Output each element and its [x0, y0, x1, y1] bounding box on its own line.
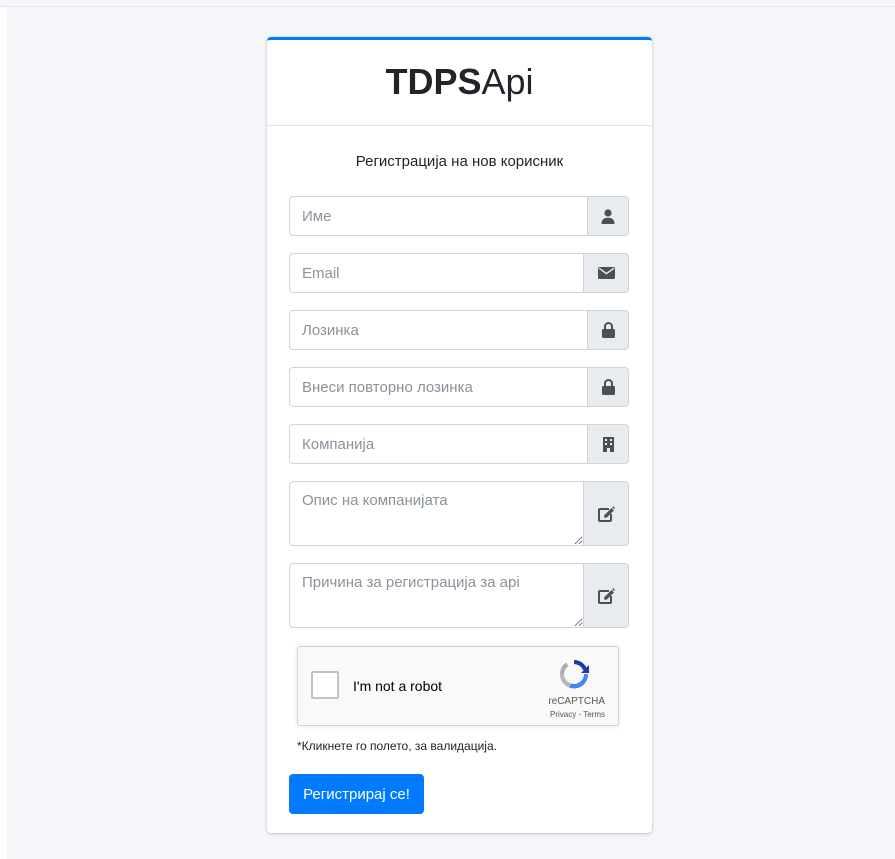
validation-hint: *Кликнете го полето, за валидација.: [297, 739, 497, 753]
registration-reason-textarea[interactable]: [289, 563, 583, 628]
name-addon: [587, 196, 629, 236]
password-addon: [587, 310, 629, 350]
company-description-textarea[interactable]: [289, 481, 583, 546]
brand-light: Api: [481, 61, 534, 102]
lock-icon: [601, 379, 615, 395]
lock-icon: [601, 322, 615, 338]
building-icon: [602, 436, 614, 452]
name-input[interactable]: [289, 196, 587, 236]
register-card: TDPSApi Регистрација на нов корисник Име…: [267, 37, 652, 833]
password-repeat-input[interactable]: [289, 367, 587, 407]
recaptcha-links[interactable]: Privacy - Terms: [550, 710, 605, 719]
register-button[interactable]: Регистрирај се!: [289, 774, 424, 814]
password-field-group: [289, 310, 629, 350]
company-addon: [587, 424, 629, 464]
registration-reason-field-group: [289, 563, 629, 628]
password-repeat-field-group: [289, 367, 629, 407]
recaptcha-checkbox[interactable]: [311, 671, 339, 699]
company-field-group: [289, 424, 629, 464]
email-addon: [583, 253, 629, 293]
card-header: TDPSApi: [267, 40, 652, 126]
recaptcha-brand: reCAPTCHA: [548, 696, 605, 707]
recaptcha-label: I'm not a robot: [353, 678, 443, 694]
edit-icon: [597, 505, 615, 522]
password-input[interactable]: [289, 310, 587, 350]
left-strip: [0, 7, 7, 859]
company-description-field-group: [289, 481, 629, 546]
envelope-icon: [597, 267, 615, 279]
recaptcha-logo-icon: [559, 659, 589, 689]
user-icon: [601, 208, 615, 224]
email-input[interactable]: [289, 253, 583, 293]
company-input[interactable]: [289, 424, 587, 464]
recaptcha-widget: I'm not a robot reCAPTCHA Privacy - Term…: [297, 646, 619, 726]
brand-logo[interactable]: TDPSApi: [385, 61, 533, 102]
brand-bold: TDPS: [385, 61, 482, 102]
password-repeat-addon: [587, 367, 629, 407]
form-title: Регистрација на нов корисник: [355, 153, 564, 170]
top-bar: [0, 0, 895, 7]
email-field-group: [289, 253, 629, 293]
name-field-group: [289, 196, 629, 236]
company-description-addon: [583, 481, 629, 546]
edit-icon: [597, 587, 615, 604]
registration-reason-addon: [583, 563, 629, 628]
